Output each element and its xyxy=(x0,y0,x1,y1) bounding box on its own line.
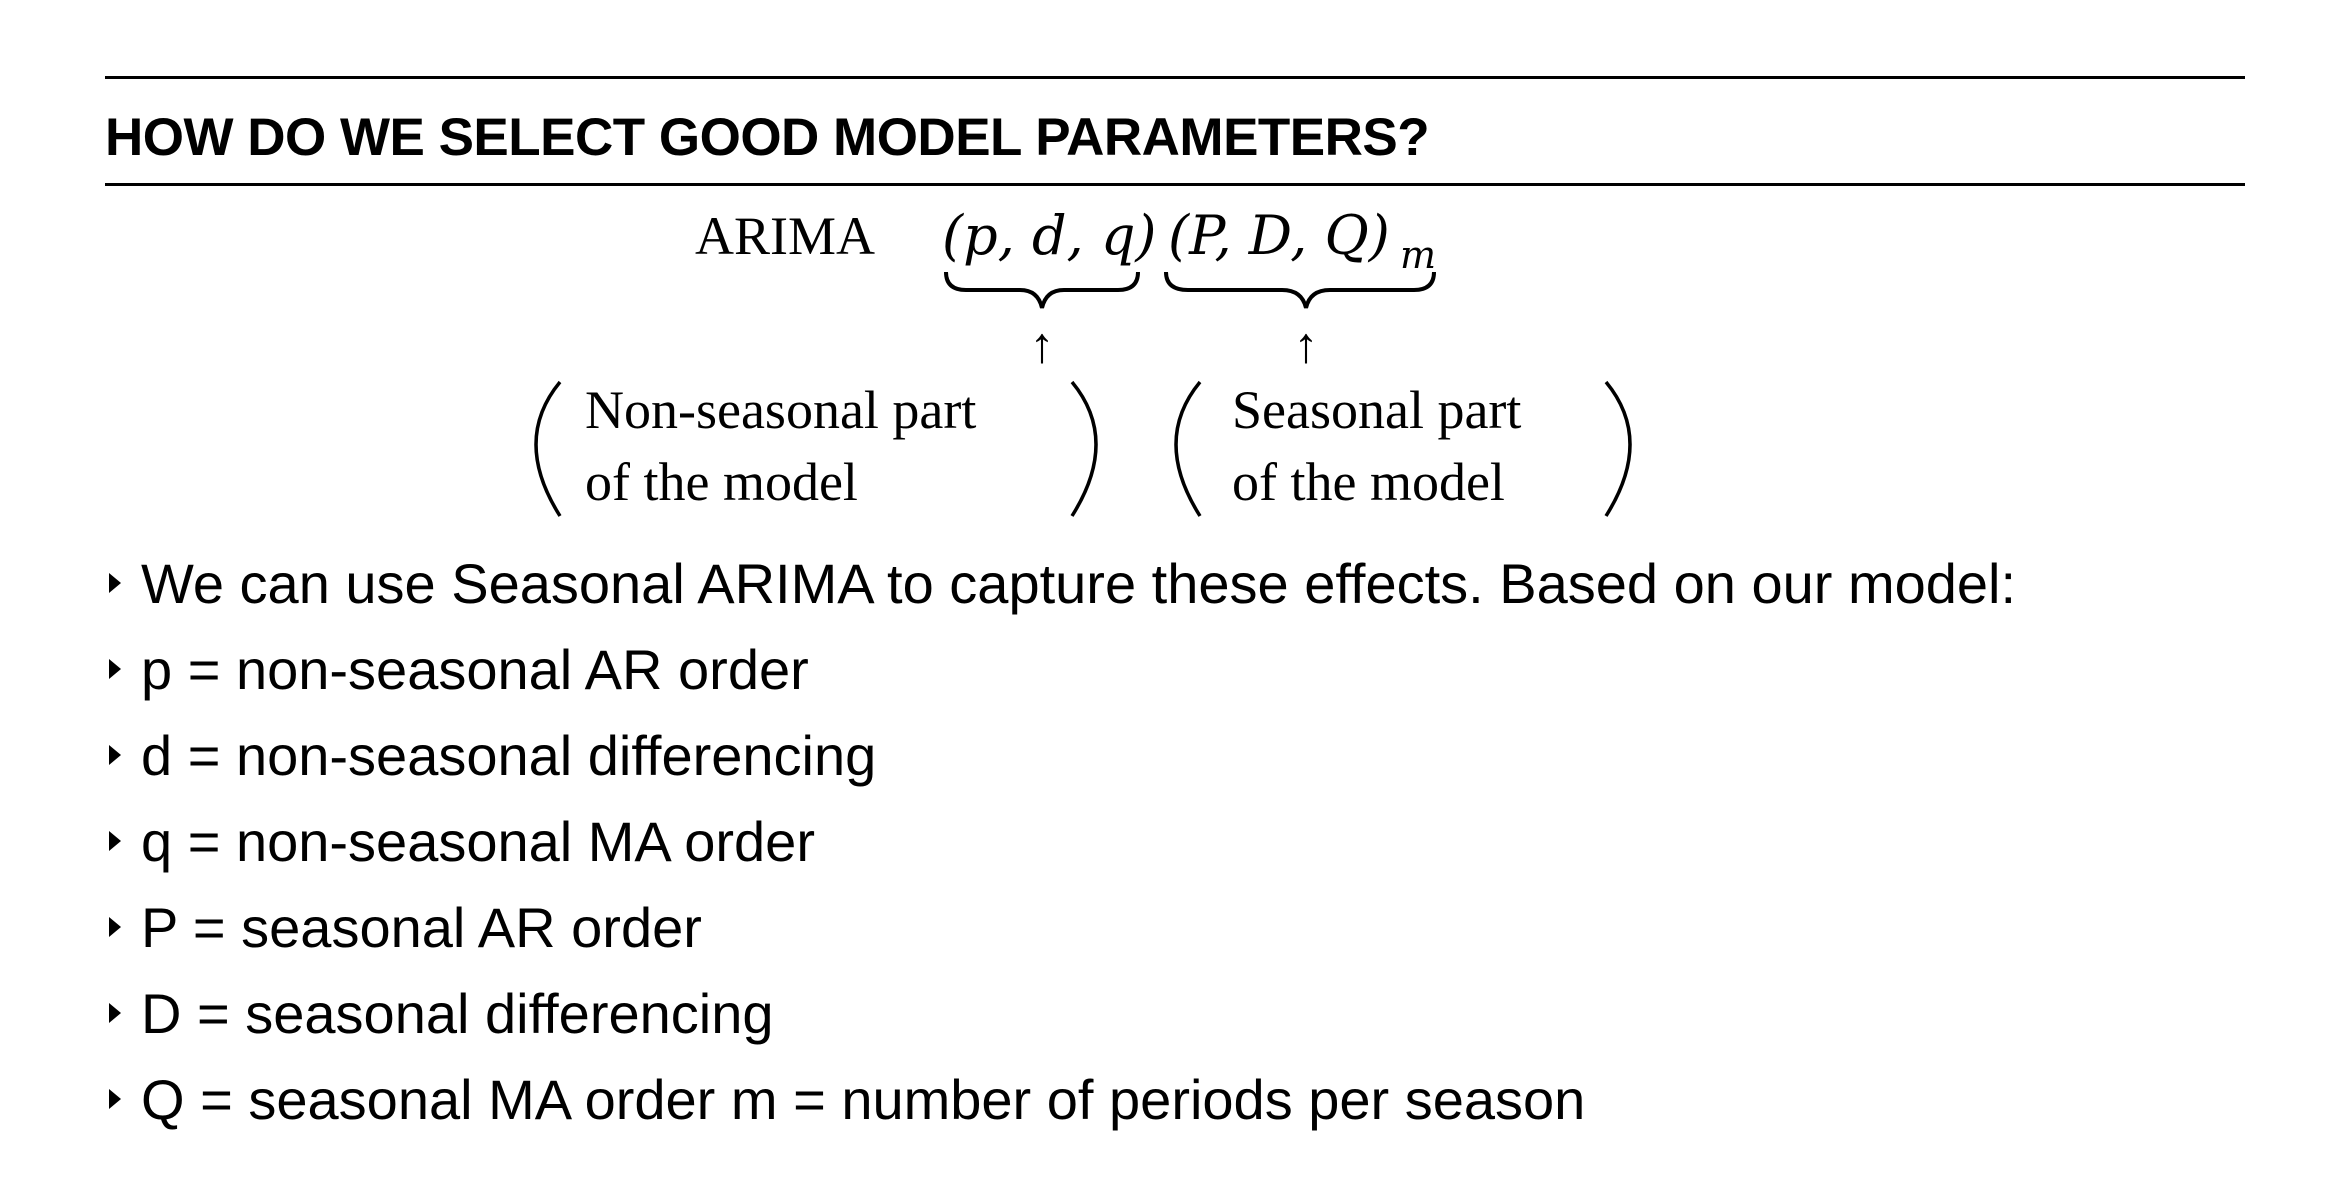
formula-model-name: ARIMA xyxy=(695,206,875,266)
seasonal-label-line1: Seasonal part xyxy=(1232,380,1521,440)
bullet-item-p: p = non-seasonal AR order xyxy=(105,626,2016,712)
slide-title: HOW DO WE SELECT GOOD MODEL PARAMETERS? xyxy=(105,108,1430,167)
nonseasonal-label-line1: Non-seasonal part xyxy=(585,380,976,440)
nonseasonal-left-paren xyxy=(534,380,562,517)
bullet-text: p = non-seasonal AR order xyxy=(141,637,809,701)
seasonal-underbrace xyxy=(1164,271,1436,309)
formula-nonseasonal-params: (p, d, q) xyxy=(942,204,1157,267)
seasonal-right-paren xyxy=(1604,380,1632,517)
title-underline-rule xyxy=(105,183,2245,186)
bullet-text: We can use Seasonal ARIMA to capture the… xyxy=(141,551,2017,615)
arima-formula-diagram: ARIMA (p, d, q) (P, D, Q) m ↑ ↑ Non-seas… xyxy=(534,204,1632,517)
bullet-text: P = seasonal AR order xyxy=(141,895,702,959)
formula-seasonal-params: (P, D, Q) xyxy=(1168,204,1390,267)
bullet-item-seasonal-q: Q = seasonal MA order m = number of peri… xyxy=(105,1056,2016,1142)
triangle-bullet-icon xyxy=(109,917,121,937)
triangle-bullet-icon xyxy=(109,1089,121,1109)
bullet-text: d = non-seasonal differencing xyxy=(141,723,877,787)
bullet-text: q = non-seasonal MA order xyxy=(141,809,815,873)
triangle-bullet-icon xyxy=(109,659,121,679)
bullet-item-q: q = non-seasonal MA order xyxy=(105,798,2016,884)
parameter-bullet-list: We can use Seasonal ARIMA to capture the… xyxy=(105,540,2016,1142)
triangle-bullet-icon xyxy=(109,745,121,765)
triangle-bullet-icon xyxy=(109,1003,121,1023)
bullet-item-seasonal-d: D = seasonal differencing xyxy=(105,970,2016,1056)
triangle-bullet-icon xyxy=(109,573,121,593)
seasonal-arrow-icon: ↑ xyxy=(1294,317,1319,373)
triangle-bullet-icon xyxy=(109,831,121,851)
seasonal-label-line2: of the model xyxy=(1232,452,1505,512)
bullet-item-intro: We can use Seasonal ARIMA to capture the… xyxy=(105,540,2016,626)
bullet-text: D = seasonal differencing xyxy=(141,981,774,1045)
bullet-item-d: d = non-seasonal differencing xyxy=(105,712,2016,798)
seasonal-left-paren xyxy=(1174,380,1202,517)
top-rule xyxy=(105,76,2245,79)
nonseasonal-label-line2: of the model xyxy=(585,452,858,512)
bullet-text: Q = seasonal MA order m = number of peri… xyxy=(141,1067,1586,1131)
nonseasonal-arrow-icon: ↑ xyxy=(1030,317,1055,373)
bullet-item-seasonal-p: P = seasonal AR order xyxy=(105,884,2016,970)
nonseasonal-right-paren xyxy=(1070,380,1098,517)
formula-seasonal-subscript: m xyxy=(1400,233,1436,277)
nonseasonal-underbrace xyxy=(944,271,1140,309)
